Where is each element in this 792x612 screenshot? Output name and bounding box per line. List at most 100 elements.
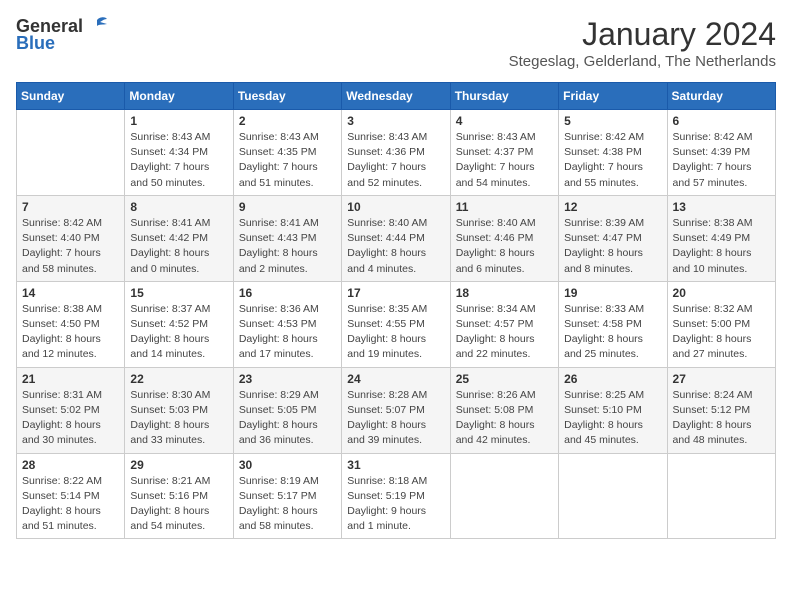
day-info: Sunrise: 8:42 AM Sunset: 4:39 PM Dayligh…	[673, 130, 770, 191]
day-info: Sunrise: 8:38 AM Sunset: 4:49 PM Dayligh…	[673, 216, 770, 277]
calendar-cell: 9 Sunrise: 8:41 AM Sunset: 4:43 PM Daylig…	[233, 195, 341, 281]
day-number: 18	[456, 286, 553, 300]
calendar-cell: 4 Sunrise: 8:43 AM Sunset: 4:37 PM Daylig…	[450, 110, 558, 196]
calendar-cell: 22Sunrise: 8:30 AM Sunset: 5:03 PM Dayli…	[125, 367, 233, 453]
calendar-cell: 27 Sunrise: 8:24 AM Sunset: 5:12 PM Dayli…	[667, 367, 775, 453]
day-number: 28	[22, 458, 119, 472]
calendar-cell: 24 Sunrise: 8:28 AM Sunset: 5:07 PM Dayli…	[342, 367, 450, 453]
day-number: 31	[347, 458, 444, 472]
calendar-cell: 21 Sunrise: 8:31 AM Sunset: 5:02 PM Dayli…	[17, 367, 125, 453]
day-number: 24	[347, 372, 444, 386]
calendar-cell: 26 Sunrise: 8:25 AM Sunset: 5:10 PM Dayli…	[559, 367, 667, 453]
location-subtitle: Stegeslag, Gelderland, The Netherlands	[509, 53, 776, 70]
calendar-title-area: January 2024 Stegeslag, Gelderland, The …	[509, 16, 776, 70]
week-row-3: 14Sunrise: 8:38 AM Sunset: 4:50 PM Dayli…	[17, 281, 776, 367]
calendar-cell: 16 Sunrise: 8:36 AM Sunset: 4:53 PM Dayli…	[233, 281, 341, 367]
day-info: Sunrise: 8:28 AM Sunset: 5:07 PM Dayligh…	[347, 388, 444, 449]
column-header-saturday: Saturday	[667, 83, 775, 110]
day-info: Sunrise: 8:41 AM Sunset: 4:43 PM Dayligh…	[239, 216, 336, 277]
calendar-cell	[450, 453, 558, 539]
day-number: 5	[564, 114, 661, 128]
day-info: Sunrise: 8:24 AM Sunset: 5:12 PM Dayligh…	[673, 388, 770, 449]
column-header-thursday: Thursday	[450, 83, 558, 110]
calendar-cell: 5 Sunrise: 8:42 AM Sunset: 4:38 PM Daylig…	[559, 110, 667, 196]
calendar-cell: 28 Sunrise: 8:22 AM Sunset: 5:14 PM Dayli…	[17, 453, 125, 539]
week-row-1: 1 Sunrise: 8:43 AM Sunset: 4:34 PM Daylig…	[17, 110, 776, 196]
day-number: 19	[564, 286, 661, 300]
day-number: 9	[239, 200, 336, 214]
day-number: 12	[564, 200, 661, 214]
calendar-cell: 3Sunrise: 8:43 AM Sunset: 4:36 PM Daylig…	[342, 110, 450, 196]
day-info: Sunrise: 8:39 AM Sunset: 4:47 PM Dayligh…	[564, 216, 661, 277]
calendar-cell: 15 Sunrise: 8:37 AM Sunset: 4:52 PM Dayli…	[125, 281, 233, 367]
day-info: Sunrise: 8:21 AM Sunset: 5:16 PM Dayligh…	[130, 474, 227, 535]
day-number: 30	[239, 458, 336, 472]
day-number: 21	[22, 372, 119, 386]
day-number: 4	[456, 114, 553, 128]
day-info: Sunrise: 8:41 AM Sunset: 4:42 PM Dayligh…	[130, 216, 227, 277]
day-info: Sunrise: 8:37 AM Sunset: 4:52 PM Dayligh…	[130, 302, 227, 363]
day-number: 13	[673, 200, 770, 214]
day-info: Sunrise: 8:33 AM Sunset: 4:58 PM Dayligh…	[564, 302, 661, 363]
day-number: 25	[456, 372, 553, 386]
calendar-cell: 31Sunrise: 8:18 AM Sunset: 5:19 PM Dayli…	[342, 453, 450, 539]
day-number: 6	[673, 114, 770, 128]
month-year-title: January 2024	[509, 16, 776, 53]
day-info: Sunrise: 8:40 AM Sunset: 4:46 PM Dayligh…	[456, 216, 553, 277]
day-info: Sunrise: 8:43 AM Sunset: 4:35 PM Dayligh…	[239, 130, 336, 191]
calendar-cell: 18 Sunrise: 8:34 AM Sunset: 4:57 PM Dayli…	[450, 281, 558, 367]
calendar-cell: 1 Sunrise: 8:43 AM Sunset: 4:34 PM Daylig…	[125, 110, 233, 196]
calendar-cell: 19 Sunrise: 8:33 AM Sunset: 4:58 PM Dayli…	[559, 281, 667, 367]
day-number: 1	[130, 114, 227, 128]
calendar-cell: 12 Sunrise: 8:39 AM Sunset: 4:47 PM Dayli…	[559, 195, 667, 281]
day-info: Sunrise: 8:43 AM Sunset: 4:37 PM Dayligh…	[456, 130, 553, 191]
logo: General Blue	[16, 16, 109, 54]
page-header: General Blue January 2024 Stegeslag, Gel…	[16, 16, 776, 70]
day-info: Sunrise: 8:19 AM Sunset: 5:17 PM Dayligh…	[239, 474, 336, 535]
day-number: 11	[456, 200, 553, 214]
day-info: Sunrise: 8:25 AM Sunset: 5:10 PM Dayligh…	[564, 388, 661, 449]
day-number: 27	[673, 372, 770, 386]
day-info: Sunrise: 8:34 AM Sunset: 4:57 PM Dayligh…	[456, 302, 553, 363]
day-number: 7	[22, 200, 119, 214]
calendar-cell	[17, 110, 125, 196]
day-number: 23	[239, 372, 336, 386]
day-number: 16	[239, 286, 336, 300]
day-info: Sunrise: 8:36 AM Sunset: 4:53 PM Dayligh…	[239, 302, 336, 363]
day-info: Sunrise: 8:42 AM Sunset: 4:38 PM Dayligh…	[564, 130, 661, 191]
day-number: 2	[239, 114, 336, 128]
day-info: Sunrise: 8:32 AM Sunset: 5:00 PM Dayligh…	[673, 302, 770, 363]
day-info: Sunrise: 8:22 AM Sunset: 5:14 PM Dayligh…	[22, 474, 119, 535]
calendar-cell: 13 Sunrise: 8:38 AM Sunset: 4:49 PM Dayli…	[667, 195, 775, 281]
calendar-cell: 30 Sunrise: 8:19 AM Sunset: 5:17 PM Dayli…	[233, 453, 341, 539]
calendar-cell: 8Sunrise: 8:41 AM Sunset: 4:42 PM Daylig…	[125, 195, 233, 281]
logo-bird-icon	[85, 16, 109, 38]
day-info: Sunrise: 8:43 AM Sunset: 4:34 PM Dayligh…	[130, 130, 227, 191]
column-header-monday: Monday	[125, 83, 233, 110]
day-info: Sunrise: 8:26 AM Sunset: 5:08 PM Dayligh…	[456, 388, 553, 449]
column-header-wednesday: Wednesday	[342, 83, 450, 110]
calendar-cell: 10Sunrise: 8:40 AM Sunset: 4:44 PM Dayli…	[342, 195, 450, 281]
day-info: Sunrise: 8:35 AM Sunset: 4:55 PM Dayligh…	[347, 302, 444, 363]
calendar-cell: 17 Sunrise: 8:35 AM Sunset: 4:55 PM Dayli…	[342, 281, 450, 367]
day-number: 15	[130, 286, 227, 300]
logo-blue-text: Blue	[16, 34, 55, 54]
column-header-friday: Friday	[559, 83, 667, 110]
column-header-tuesday: Tuesday	[233, 83, 341, 110]
day-number: 3	[347, 114, 444, 128]
day-number: 29	[130, 458, 227, 472]
day-number: 17	[347, 286, 444, 300]
day-number: 10	[347, 200, 444, 214]
calendar-table: SundayMondayTuesdayWednesdayThursdayFrid…	[16, 82, 776, 539]
day-number: 26	[564, 372, 661, 386]
column-header-sunday: Sunday	[17, 83, 125, 110]
day-number: 22	[130, 372, 227, 386]
calendar-cell: 25 Sunrise: 8:26 AM Sunset: 5:08 PM Dayli…	[450, 367, 558, 453]
day-info: Sunrise: 8:38 AM Sunset: 4:50 PM Dayligh…	[22, 302, 119, 363]
day-number: 20	[673, 286, 770, 300]
calendar-cell: 14Sunrise: 8:38 AM Sunset: 4:50 PM Dayli…	[17, 281, 125, 367]
day-info: Sunrise: 8:29 AM Sunset: 5:05 PM Dayligh…	[239, 388, 336, 449]
week-row-4: 21 Sunrise: 8:31 AM Sunset: 5:02 PM Dayli…	[17, 367, 776, 453]
day-info: Sunrise: 8:31 AM Sunset: 5:02 PM Dayligh…	[22, 388, 119, 449]
calendar-cell: 6 Sunrise: 8:42 AM Sunset: 4:39 PM Daylig…	[667, 110, 775, 196]
